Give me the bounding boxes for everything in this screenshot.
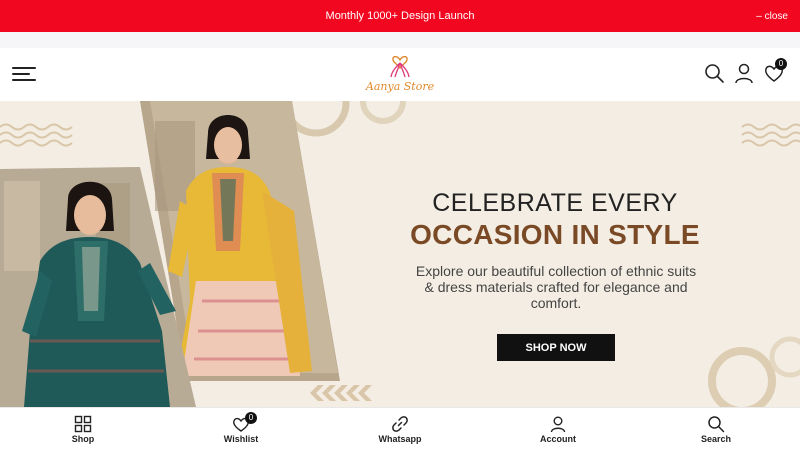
nav-wishlist[interactable]: 0 Wishlist xyxy=(196,408,286,451)
store-logo[interactable]: Aanya Store xyxy=(358,51,442,97)
search-icon[interactable] xyxy=(703,62,725,84)
nav-search-label: Search xyxy=(700,434,732,444)
wishlist-count-badge: 0 xyxy=(775,58,787,70)
logo-text: Aanya Store xyxy=(365,80,435,93)
nav-wishlist-label: Wishlist xyxy=(223,434,259,444)
logo-mark-icon xyxy=(390,55,410,78)
announcement-bar: Monthly 1000+ Design Launch – close xyxy=(0,0,800,32)
hero-title-line1: CELEBRATE EVERY xyxy=(432,189,678,217)
search-icon xyxy=(708,416,725,433)
account-icon[interactable] xyxy=(733,62,755,84)
nav-search[interactable]: Search xyxy=(671,408,761,451)
nav-wishlist-badge: 0 xyxy=(245,412,257,424)
grid-icon xyxy=(74,415,92,433)
hero-decoration xyxy=(0,101,800,407)
link-icon xyxy=(392,416,408,432)
nav-whatsapp[interactable]: Whatsapp xyxy=(355,408,445,451)
menu-icon[interactable] xyxy=(12,65,36,83)
header-spacer xyxy=(0,32,800,48)
announcement-text: Monthly 1000+ Design Launch xyxy=(325,10,475,22)
wishlist-header-button[interactable]: 0 xyxy=(763,58,787,84)
nav-shop[interactable]: Shop xyxy=(38,408,128,451)
hero-banner: CELEBRATE EVERY OCCASION IN STYLE Explor… xyxy=(0,101,800,407)
site-header: Aanya Store 0 xyxy=(0,48,800,101)
close-label: close xyxy=(764,10,788,22)
shop-now-button[interactable]: SHOP NOW xyxy=(497,334,615,361)
nav-account-label: Account xyxy=(540,434,576,444)
nav-shop-label: Shop xyxy=(71,434,95,444)
nav-whatsapp-label: Whatsapp xyxy=(378,434,422,444)
bottom-nav: Shop 0 Wishlist Whatsapp Account Search xyxy=(0,407,800,450)
hero-description: Explore our beautiful collection of ethn… xyxy=(415,263,697,311)
nav-account[interactable]: Account xyxy=(513,408,603,451)
user-icon xyxy=(550,416,566,433)
announcement-close-button[interactable]: – close xyxy=(756,0,788,32)
hero-title-line2: OCCASION IN STYLE xyxy=(410,219,700,250)
